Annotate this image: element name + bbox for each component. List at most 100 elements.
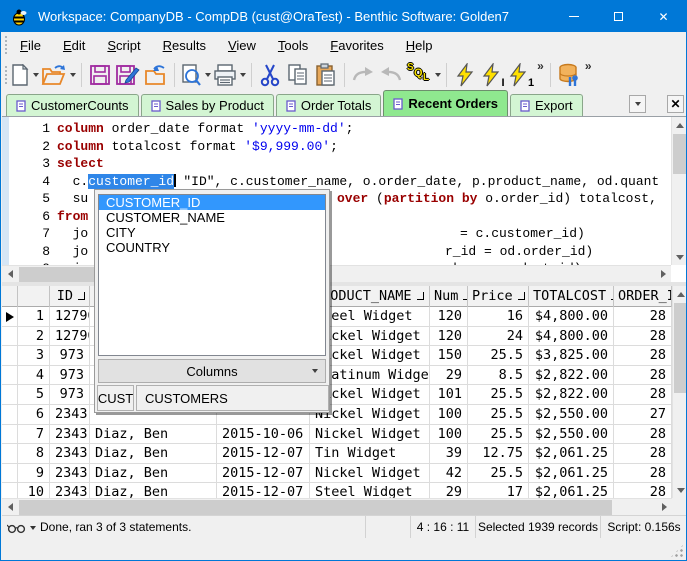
scroll-right-arrow[interactable] (655, 266, 671, 282)
cell-id[interactable]: 2343 (50, 444, 90, 464)
column-header-price[interactable]: Price (468, 286, 529, 307)
cell-price[interactable]: 17 (468, 483, 529, 498)
column-header-order[interactable]: ORDER_I (614, 286, 672, 307)
scroll-left-arrow[interactable] (2, 499, 18, 515)
cell-marker[interactable] (2, 307, 18, 327)
sql-options-button[interactable]: S Q L (406, 61, 441, 89)
grid-vscroll-thumb[interactable] (674, 303, 686, 393)
cell-product[interactable]: Steel Widget (310, 483, 430, 498)
cell-rownum[interactable]: 6 (18, 405, 50, 425)
cell-rownum[interactable]: 10 (18, 483, 50, 498)
cell-total[interactable]: $2,061.25 (529, 463, 614, 484)
scroll-up-arrow[interactable] (673, 286, 686, 302)
menu-item-file[interactable]: File (9, 34, 52, 57)
revert-file-button[interactable] (143, 61, 169, 89)
cell-total[interactable]: $4,800.00 (529, 326, 614, 347)
cell-total[interactable]: $3,825.00 (529, 346, 614, 366)
tab-close-button[interactable]: ✕ (667, 95, 684, 113)
cell-qty[interactable]: 100 (430, 424, 468, 445)
scroll-left-arrow[interactable] (2, 266, 18, 282)
cell-price[interactable]: 24 (468, 326, 529, 347)
tab-export[interactable]: Export (510, 94, 583, 116)
cell-date[interactable]: 2015-12-07 (217, 483, 310, 498)
print-button[interactable] (213, 61, 246, 89)
cell-qty[interactable]: 150 (430, 346, 468, 366)
cell-qty[interactable]: 120 (430, 307, 468, 327)
cell-order[interactable]: 28 (614, 365, 672, 386)
database-tools-button[interactable] (556, 61, 582, 89)
cell-id[interactable]: 2343 (50, 483, 90, 498)
execute-statement-button[interactable]: I (480, 61, 506, 89)
menu-item-tools[interactable]: Tools (267, 34, 319, 57)
tab-customercounts[interactable]: CustomerCounts (6, 94, 139, 116)
cell-product[interactable]: Nickel Widget (310, 463, 430, 484)
cell-price[interactable]: 8.5 (468, 365, 529, 386)
cell-order[interactable]: 28 (614, 326, 672, 347)
scroll-right-arrow[interactable] (656, 499, 672, 515)
cell-id[interactable]: 2343 (50, 424, 90, 445)
tab-sales-by-product[interactable]: Sales by Product (140, 94, 274, 116)
cell-marker[interactable] (2, 405, 18, 425)
cell-qty[interactable]: 29 (430, 483, 468, 498)
cell-price[interactable]: 12.75 (468, 444, 529, 464)
cell-qty[interactable]: 29 (430, 365, 468, 386)
cell-total[interactable]: $2,061.25 (529, 483, 614, 498)
cell-id[interactable]: 973 (50, 385, 90, 405)
grid-hscroll-thumb[interactable] (19, 500, 612, 515)
cell-price[interactable]: 25.5 (468, 405, 529, 425)
save-as-button[interactable] (115, 61, 141, 89)
cell-qty[interactable]: 42 (430, 463, 468, 484)
column-header-id[interactable]: ID (50, 286, 90, 307)
suggestion-customer_name[interactable]: CUSTOMER_NAME (99, 210, 325, 225)
cell-rownum[interactable]: 9 (18, 463, 50, 484)
cell-order[interactable]: 28 (614, 346, 672, 366)
cell-order[interactable]: 28 (614, 424, 672, 445)
popup-tab-cust[interactable]: CUST (97, 385, 134, 411)
cell-product[interactable]: Nickel Widget (310, 424, 430, 445)
cell-total[interactable]: $2,550.00 (529, 405, 614, 425)
execute-script-button[interactable] (452, 61, 478, 89)
grid-vscrollbar[interactable] (672, 286, 686, 498)
menu-item-help[interactable]: Help (395, 34, 444, 57)
cell-rownum[interactable]: 7 (18, 424, 50, 445)
cell-date[interactable]: 2015-12-07 (217, 444, 310, 464)
more-database-buttons[interactable]: » (585, 59, 592, 73)
minimize-button[interactable] (551, 1, 596, 32)
cell-order[interactable]: 28 (614, 385, 672, 405)
cell-rownum[interactable]: 8 (18, 444, 50, 464)
cell-marker[interactable] (2, 463, 18, 484)
cell-product[interactable]: Tin Widget (310, 444, 430, 464)
cell-order[interactable]: 28 (614, 307, 672, 327)
cell-name[interactable]: Diaz, Ben (90, 444, 217, 464)
cell-total[interactable]: $4,800.00 (529, 307, 614, 327)
cell-total[interactable]: $2,061.25 (529, 444, 614, 464)
cell-order[interactable]: 28 (614, 483, 672, 498)
scroll-down-arrow[interactable] (672, 249, 686, 265)
cell-price[interactable]: 25.5 (468, 385, 529, 405)
cell-total[interactable]: $2,822.00 (529, 385, 614, 405)
cell-marker[interactable] (2, 483, 18, 498)
cell-date[interactable]: 2015-10-06 (217, 424, 310, 445)
results-view-button[interactable] (7, 519, 38, 536)
new-file-button[interactable] (10, 61, 39, 89)
save-button[interactable] (87, 61, 113, 89)
cell-qty[interactable]: 120 (430, 326, 468, 347)
cut-button[interactable] (257, 61, 283, 89)
popup-tab-customers[interactable]: CUSTOMERS (136, 385, 329, 411)
column-header-total[interactable]: TOTALCOST (529, 286, 614, 307)
cell-qty[interactable]: 100 (430, 405, 468, 425)
copy-button[interactable] (285, 61, 311, 89)
cell-id[interactable]: 973 (50, 346, 90, 366)
cell-marker[interactable] (2, 346, 18, 366)
cell-order[interactable]: 27 (614, 405, 672, 425)
cell-qty[interactable]: 39 (430, 444, 468, 464)
editor-vscrollbar[interactable] (671, 117, 686, 265)
cell-price[interactable]: 25.5 (468, 424, 529, 445)
grid-hscrollbar[interactable] (2, 498, 672, 515)
redo-button[interactable] (350, 61, 376, 89)
suggestion-city[interactable]: CITY (99, 225, 325, 240)
column-header-rownum[interactable] (18, 286, 50, 307)
cell-marker[interactable] (2, 385, 18, 405)
more-execute-buttons[interactable]: » (537, 59, 544, 73)
menu-item-edit[interactable]: Edit (52, 34, 96, 57)
